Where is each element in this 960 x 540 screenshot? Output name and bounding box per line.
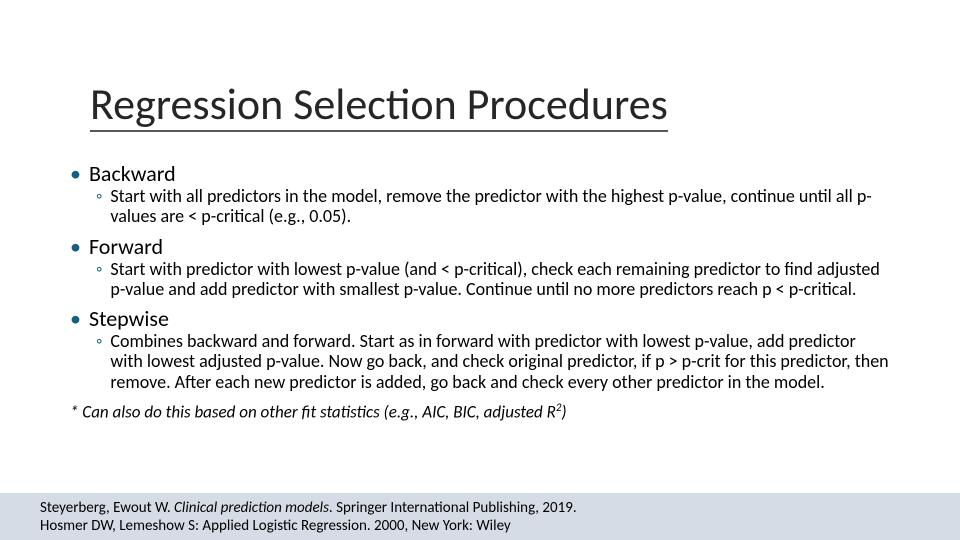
slide-title: Regression Selection Procedures [90,80,668,132]
footnote-suffix: ) [561,401,566,422]
bullet-forward: • Forward [70,235,890,259]
reference-1: Steyerberg, Ewout W. Clinical prediction… [40,499,960,518]
bullet-backward: • Backward [70,162,890,186]
ref1-author: Steyerberg, Ewout W. [40,499,174,517]
subbullet-text: Start with all predictors in the model, … [110,186,890,226]
bullet-label: Forward [89,235,163,259]
reference-bar: Steyerberg, Ewout W. Clinical prediction… [0,493,960,540]
ref1-rest: . Springer International Publishing, 201… [329,499,577,517]
subbullet-icon: ◦ [96,187,102,205]
bullet-icon: • [70,308,81,330]
bullet-label: Stepwise [89,307,169,331]
subbullet-icon: ◦ [96,260,102,278]
bullet-icon: • [70,236,81,258]
ref1-title: Clinical prediction models [174,499,329,517]
bullet-label: Backward [89,162,176,186]
subbullet-forward: ◦ Start with predictor with lowest p-val… [96,259,890,299]
reference-2: Hosmer DW, Lemeshow S: Applied Logistic … [40,517,960,536]
subbullet-icon: ◦ [96,332,102,350]
subbullet-text: Combines backward and forward. Start as … [110,331,890,391]
bullet-icon: • [70,163,81,185]
footnote-prefix: * Can also do this based on other fit st… [70,401,556,422]
footnote: * Can also do this based on other fit st… [70,402,890,422]
bullet-stepwise: • Stepwise [70,307,890,331]
subbullet-backward: ◦ Start with all predictors in the model… [96,186,890,226]
subbullet-text: Start with predictor with lowest p-value… [110,259,890,299]
slide: Regression Selection Procedures • Backwa… [0,0,960,540]
subbullet-stepwise: ◦ Combines backward and forward. Start a… [96,331,890,391]
slide-body: • Backward ◦ Start with all predictors i… [70,158,890,422]
